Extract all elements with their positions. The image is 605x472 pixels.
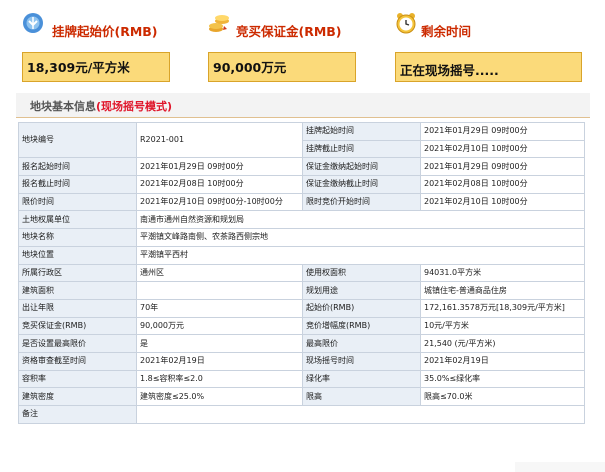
field-value: 平潮镇文峰路南侧、农茶路西侧宗地 bbox=[136, 228, 585, 247]
field-label: 所属行政区 bbox=[18, 263, 137, 283]
field-value: 通州区 bbox=[136, 263, 303, 283]
field-value bbox=[136, 405, 585, 424]
field-label: 现场摇号时间 bbox=[302, 351, 421, 371]
field-value: 2021年01月29日 09时00分 bbox=[420, 157, 585, 177]
field-value: R2021-001 bbox=[136, 121, 303, 159]
field-value: 2021年02月10日 10时00分 bbox=[420, 139, 585, 159]
field-value: 2021年02月08日 10时00分 bbox=[420, 175, 585, 194]
field-label: 建筑密度 bbox=[18, 387, 137, 406]
start-price-label: 挂牌起始价(RMB) bbox=[52, 24, 158, 39]
time-left-label: 剩余时间 bbox=[421, 24, 472, 39]
section-header: 地块基本信息 (现场摇号模式) bbox=[16, 93, 590, 118]
field-label: 出让年限 bbox=[18, 298, 137, 318]
field-value: 1.8≤容积率≤2.0 bbox=[136, 369, 303, 389]
field-label: 备注 bbox=[18, 405, 137, 424]
deposit-value: 90,000万元 bbox=[208, 52, 356, 82]
field-value: 90,000万元 bbox=[136, 316, 303, 336]
field-value: 平潮镇平西村 bbox=[136, 245, 585, 265]
field-value: 35.0%≤绿化率 bbox=[420, 369, 585, 389]
table-row: 竞买保证金(RMB) 90,000万元 竞价增幅度(RMB) 10元/平方米 bbox=[18, 316, 585, 336]
field-label: 土地权属单位 bbox=[18, 210, 137, 230]
table-row: 所属行政区 通州区 使用权面积 94031.0平方米 bbox=[18, 263, 585, 283]
table-row: 地块编号 R2021-001 挂牌起始时间 2021年01月29日 09时00分 bbox=[18, 121, 585, 159]
deposit-header: 竞买保证金(RMB) bbox=[208, 0, 398, 42]
field-value: 172,161.3578万元[18,309元/平方米] bbox=[420, 298, 585, 318]
field-label: 保证金缴纳截止时间 bbox=[302, 175, 421, 194]
deposit-label: 竞买保证金(RMB) bbox=[236, 24, 342, 39]
table-row: 容积率 1.8≤容积率≤2.0 绿化率 35.0%≤绿化率 bbox=[18, 369, 585, 389]
field-value bbox=[136, 281, 303, 300]
section-title: 地块基本信息 bbox=[30, 100, 96, 113]
page-corner bbox=[515, 462, 605, 472]
field-label: 限高 bbox=[302, 387, 421, 406]
table-row: 地块位置 平潮镇平西村 bbox=[18, 245, 585, 265]
table-row: 是否设置最高限价 是 最高限价 21,540 (元/平方米) bbox=[18, 334, 585, 353]
field-value: 城镇住宅-普通商品住房 bbox=[420, 281, 585, 300]
field-value: 94031.0平方米 bbox=[420, 263, 585, 283]
field-value: 2021年02月08日 10时00分 bbox=[136, 175, 303, 194]
start-price-value: 18,309元/平方米 bbox=[22, 52, 170, 82]
field-label: 挂牌截止时间 bbox=[302, 139, 421, 159]
field-value: 2021年01月29日 09时00分 bbox=[420, 122, 585, 141]
field-value: 2021年02月19日 bbox=[136, 351, 303, 371]
field-label: 绿化率 bbox=[302, 369, 421, 389]
field-label: 资格审查截至时间 bbox=[18, 351, 137, 371]
table-row: 土地权属单位 南通市通州自然资源和规划局 bbox=[18, 210, 585, 230]
field-value: 2021年02月10日 09时00分-10时00分 bbox=[136, 192, 303, 212]
table-row: 建筑密度 建筑密度≤25.0% 限高 限高≤70.0米 bbox=[18, 387, 585, 406]
field-label: 报名起始时间 bbox=[18, 157, 137, 177]
price-tag-icon bbox=[23, 13, 43, 33]
field-value: 70年 bbox=[136, 298, 303, 318]
field-label: 挂牌起始时间 bbox=[302, 122, 421, 141]
coins-icon bbox=[209, 15, 229, 32]
field-label: 地块名称 bbox=[18, 228, 137, 247]
field-label: 竞买保证金(RMB) bbox=[18, 316, 137, 336]
field-value: 是 bbox=[136, 334, 303, 353]
field-value: 10元/平方米 bbox=[420, 316, 585, 336]
field-label: 竞价增幅度(RMB) bbox=[302, 316, 421, 336]
land-info-table: 地块编号 R2021-001 挂牌起始时间 2021年01月29日 09时00分… bbox=[18, 121, 585, 424]
field-label: 起始价(RMB) bbox=[302, 298, 421, 318]
table-row: 报名起始时间 2021年01月29日 09时00分 保证金缴纳起始时间 2021… bbox=[18, 157, 585, 177]
field-value: 建筑密度≤25.0% bbox=[136, 387, 303, 406]
field-value: 限高≤70.0米 bbox=[420, 387, 585, 406]
field-label: 容积率 bbox=[18, 369, 137, 389]
table-row: 限价时间 2021年02月10日 09时00分-10时00分 限时竞价开始时间 … bbox=[18, 192, 585, 212]
field-label: 地块位置 bbox=[18, 245, 137, 265]
field-label: 限价时间 bbox=[18, 192, 137, 212]
table-row: 备注 bbox=[18, 405, 585, 424]
auction-mode: (现场摇号模式) bbox=[96, 100, 173, 113]
table-row: 报名截止时间 2021年02月08日 10时00分 保证金缴纳截止时间 2021… bbox=[18, 175, 585, 194]
field-label: 是否设置最高限价 bbox=[18, 334, 137, 353]
field-value: 2021年02月10日 10时00分 bbox=[420, 192, 585, 212]
field-label: 建筑面积 bbox=[18, 281, 137, 300]
table-row: 出让年限 70年 起始价(RMB) 172,161.3578万元[18,309元… bbox=[18, 298, 585, 318]
field-value: 南通市通州自然资源和规划局 bbox=[136, 210, 585, 230]
alarm-clock-icon bbox=[396, 13, 416, 34]
field-value: 2021年02月19日 bbox=[420, 351, 585, 371]
field-value: 21,540 (元/平方米) bbox=[420, 334, 585, 353]
field-label: 地块编号 bbox=[18, 121, 137, 159]
field-value: 2021年01月29日 09时00分 bbox=[136, 157, 303, 177]
field-label: 限时竞价开始时间 bbox=[302, 192, 421, 212]
table-row: 资格审查截至时间 2021年02月19日 现场摇号时间 2021年02月19日 bbox=[18, 351, 585, 371]
table-row: 地块名称 平潮镇文峰路南侧、农茶路西侧宗地 bbox=[18, 228, 585, 247]
field-label: 规划用途 bbox=[302, 281, 421, 300]
field-label: 保证金缴纳起始时间 bbox=[302, 157, 421, 177]
table-row: 建筑面积 规划用途 城镇住宅-普通商品住房 bbox=[18, 281, 585, 300]
field-label: 最高限价 bbox=[302, 334, 421, 353]
field-label: 使用权面积 bbox=[302, 263, 421, 283]
field-label: 报名截止时间 bbox=[18, 175, 137, 194]
time-left-value: 正在现场摇号..... bbox=[395, 52, 582, 82]
start-price-header: 挂牌起始价(RMB) bbox=[22, 0, 212, 42]
time-left-header: 剩余时间 bbox=[395, 0, 585, 42]
